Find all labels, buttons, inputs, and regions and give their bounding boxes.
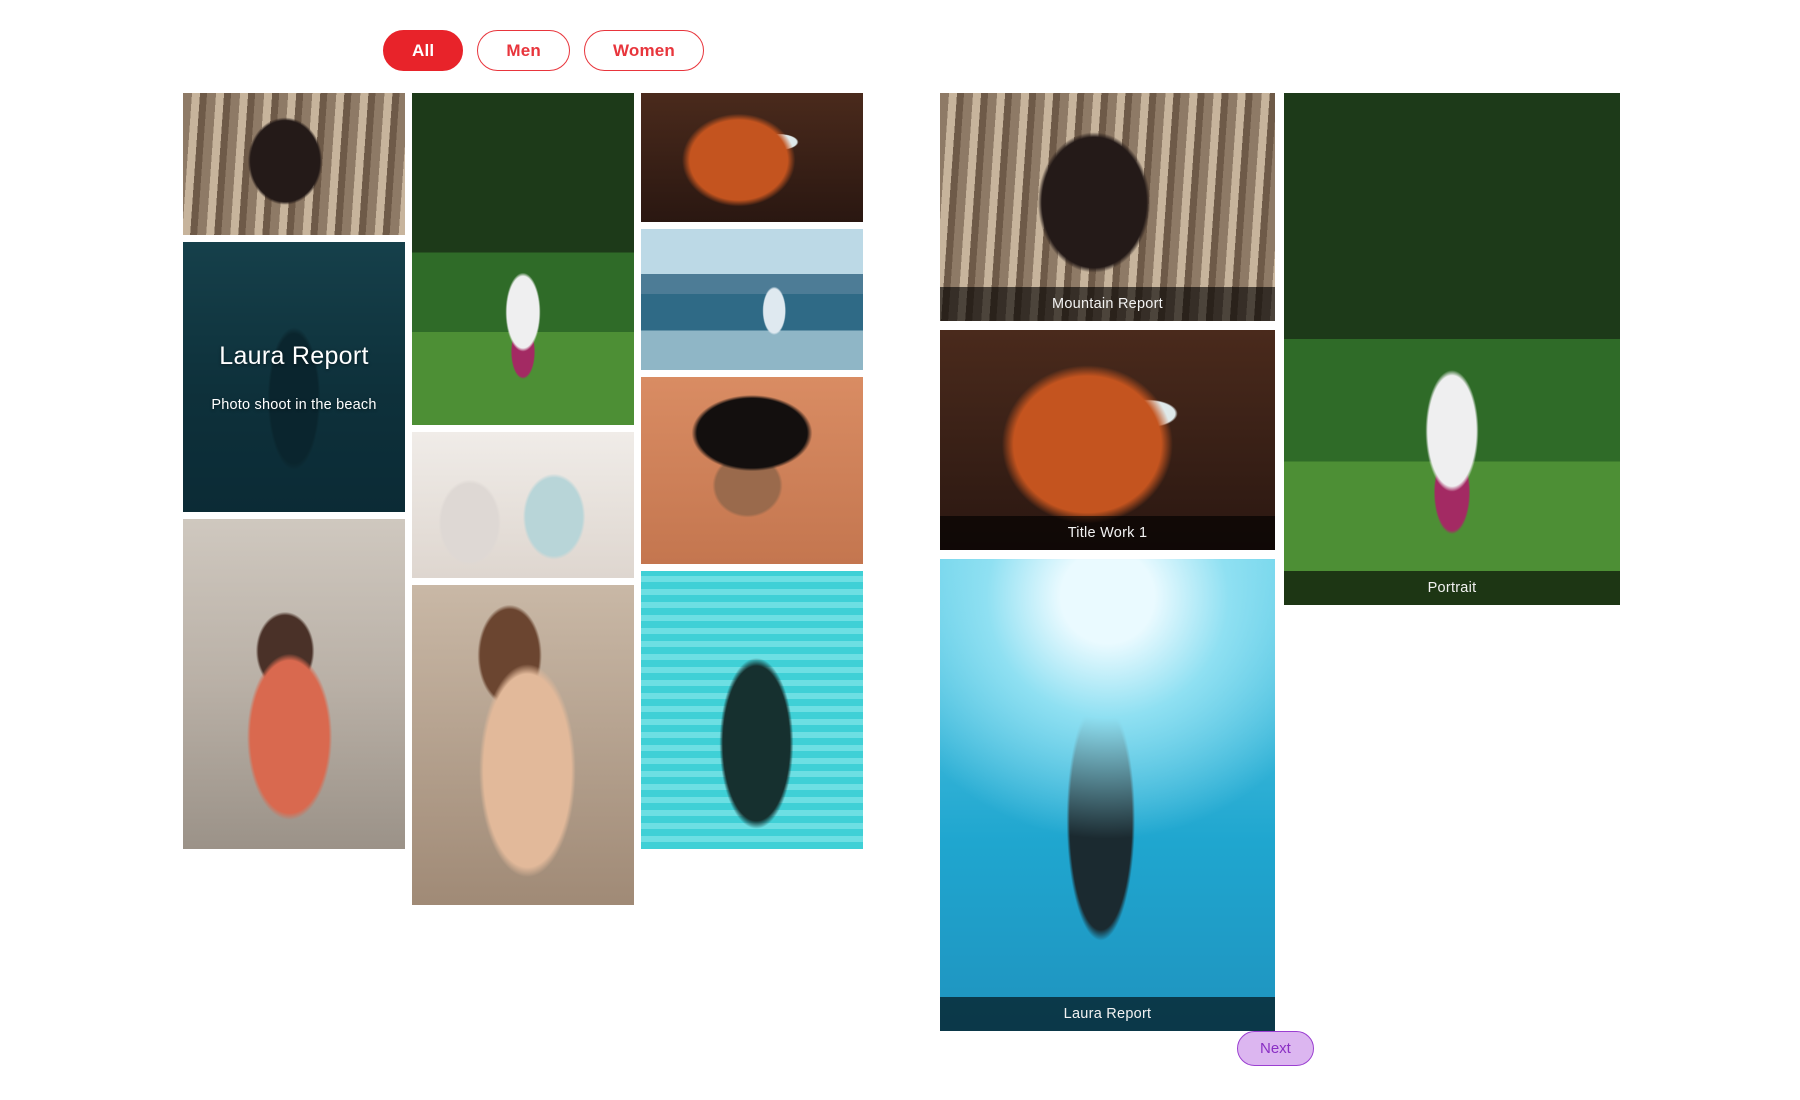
- gallery-tile[interactable]: [412, 585, 634, 905]
- next-page-button[interactable]: Next: [1237, 1031, 1314, 1066]
- photo-teal-fence-man-icon: [641, 571, 863, 849]
- filter-button-all[interactable]: All: [383, 30, 464, 71]
- card-caption: Portrait: [1284, 571, 1620, 605]
- card-caption: Mountain Report: [940, 287, 1275, 321]
- category-filter-bar: All Men Women: [383, 30, 705, 71]
- photo-backless-top-icon: [412, 585, 634, 905]
- gallery-tile-laura-report[interactable]: Laura Report Photo shoot in the beach: [183, 242, 405, 512]
- photo-forest-sepia-icon: [183, 93, 405, 235]
- gallery-left: Laura Report Photo shoot in the beach: [183, 93, 863, 905]
- photo-redhead-closeup-icon: [641, 93, 863, 222]
- gallery-left-column-3: [641, 93, 863, 849]
- gallery-tile[interactable]: [641, 377, 863, 564]
- gallery-tile[interactable]: [641, 93, 863, 222]
- gallery-right-column-1: Mountain Report Title Work 1 Laura Repor…: [940, 93, 1275, 1031]
- gallery-left-column-1: Laura Report Photo shoot in the beach: [183, 93, 405, 849]
- gallery-right-column-2: Portrait: [1284, 93, 1620, 605]
- overlay-subtitle: Photo shoot in the beach: [211, 396, 377, 413]
- gallery-card-portrait[interactable]: Portrait: [1284, 93, 1620, 605]
- gallery-tile[interactable]: [412, 432, 634, 578]
- photo-street-red-dress-icon: [183, 519, 405, 849]
- photo-orchard-chair-icon: [1284, 93, 1620, 605]
- card-caption: Title Work 1: [940, 516, 1275, 550]
- gallery-tile[interactable]: [641, 229, 863, 370]
- filter-button-women[interactable]: Women: [583, 30, 705, 71]
- photo-underwater-bright-icon: [940, 559, 1275, 1031]
- photo-hat-sunglasses-icon: [641, 377, 863, 564]
- gallery-tile[interactable]: [183, 519, 405, 849]
- gallery-tile[interactable]: [183, 93, 405, 235]
- card-caption: Laura Report: [940, 997, 1275, 1031]
- gallery-card-laura-report[interactable]: Laura Report: [940, 559, 1275, 1031]
- gallery-right: Mountain Report Title Work 1 Laura Repor…: [940, 93, 1620, 1031]
- filter-button-men[interactable]: Men: [477, 30, 570, 71]
- gallery-card-title-work-1[interactable]: Title Work 1: [940, 330, 1275, 550]
- photo-orchard-chair-icon: [412, 93, 634, 425]
- gallery-tile[interactable]: [412, 93, 634, 425]
- overlay-title: Laura Report: [219, 341, 369, 370]
- gallery-left-column-2: [412, 93, 634, 905]
- gallery-tile[interactable]: [641, 571, 863, 849]
- tile-overlay-caption: Laura Report Photo shoot in the beach: [183, 242, 405, 512]
- photo-lake-man-icon: [641, 229, 863, 370]
- photo-cafe-shopping-icon: [412, 432, 634, 578]
- gallery-card-mountain-report[interactable]: Mountain Report: [940, 93, 1275, 321]
- pagination: Next: [1237, 1031, 1314, 1066]
